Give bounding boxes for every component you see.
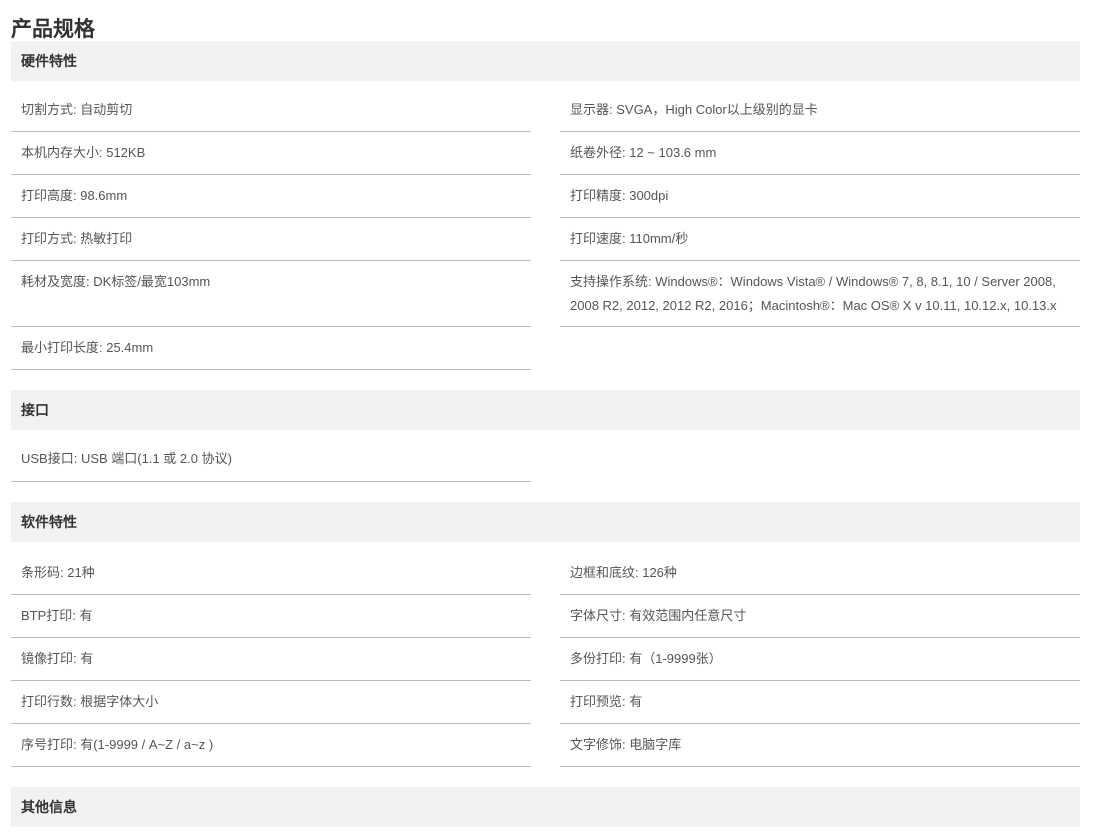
spec-grid: USB接口: USB 端口(1.1 或 2.0 协议) — [11, 430, 1080, 482]
spec-item: 本机内存大小: 512KB — [11, 132, 531, 175]
spec-item: 打印高度: 98.6mm — [11, 175, 531, 218]
section-header: 接口 — [11, 390, 1080, 430]
spec-item: 最小打印长度: 25.4mm — [11, 327, 531, 370]
spec-grid: 条形码: 21种 边框和底纹: 126种 BTP打印: 有字体尺寸: 有效范围内任意… — [11, 542, 1080, 767]
spec-item: 打印行数: 根据字体大小 — [11, 681, 531, 724]
spec-item: 序号打印: 有(1-9999 / A~Z / a~z ) — [11, 724, 531, 767]
spec-item: 纸卷外径: 12 ~ 103.6 mm — [560, 132, 1080, 175]
spec-page: 产品规格 硬件特性 切割方式: 自动剪切 显示器: SVGA，High Color以… — [0, 0, 1101, 827]
spec-item: BTP打印: 有 — [11, 595, 531, 638]
section-header: 硬件特性 — [11, 41, 1080, 81]
spec-item: 打印速度: 110mm/秒 — [560, 218, 1080, 261]
spec-item: 文字修饰: 电脑字库 — [560, 724, 1080, 767]
spec-item: 打印精度: 300dpi — [560, 175, 1080, 218]
empty-cell — [560, 327, 1080, 370]
empty-cell — [560, 430, 1080, 482]
spec-item: 耗材及宽度: DK标签/最宽103mm — [11, 261, 531, 327]
spec-item: 显示器: SVGA，High Color以上级别的显卡 — [560, 89, 1080, 132]
spec-item: USB接口: USB 端口(1.1 或 2.0 协议) — [11, 430, 531, 482]
spec-grid: 切割方式: 自动剪切 显示器: SVGA，High Color以上级别的显卡 本机内… — [11, 81, 1080, 370]
spec-item: 支持操作系统: Windows®：Windows Vista® / Window… — [560, 261, 1080, 327]
page-title: 产品规格 — [11, 18, 95, 41]
spec-item: 多份打印: 有（1-9999张） — [560, 638, 1080, 681]
spec-item: 边框和底纹: 126种 — [560, 552, 1080, 595]
spec-item: 镜像打印: 有 — [11, 638, 531, 681]
section-header: 其他信息 — [11, 787, 1080, 827]
spec-item: 切割方式: 自动剪切 — [11, 89, 531, 132]
section-header: 软件特性 — [11, 502, 1080, 542]
spec-item: 打印预览: 有 — [560, 681, 1080, 724]
spec-item: 字体尺寸: 有效范围内任意尺寸 — [560, 595, 1080, 638]
spec-item: 条形码: 21种 — [11, 552, 531, 595]
spec-item: 打印方式: 热敏打印 — [11, 218, 531, 261]
